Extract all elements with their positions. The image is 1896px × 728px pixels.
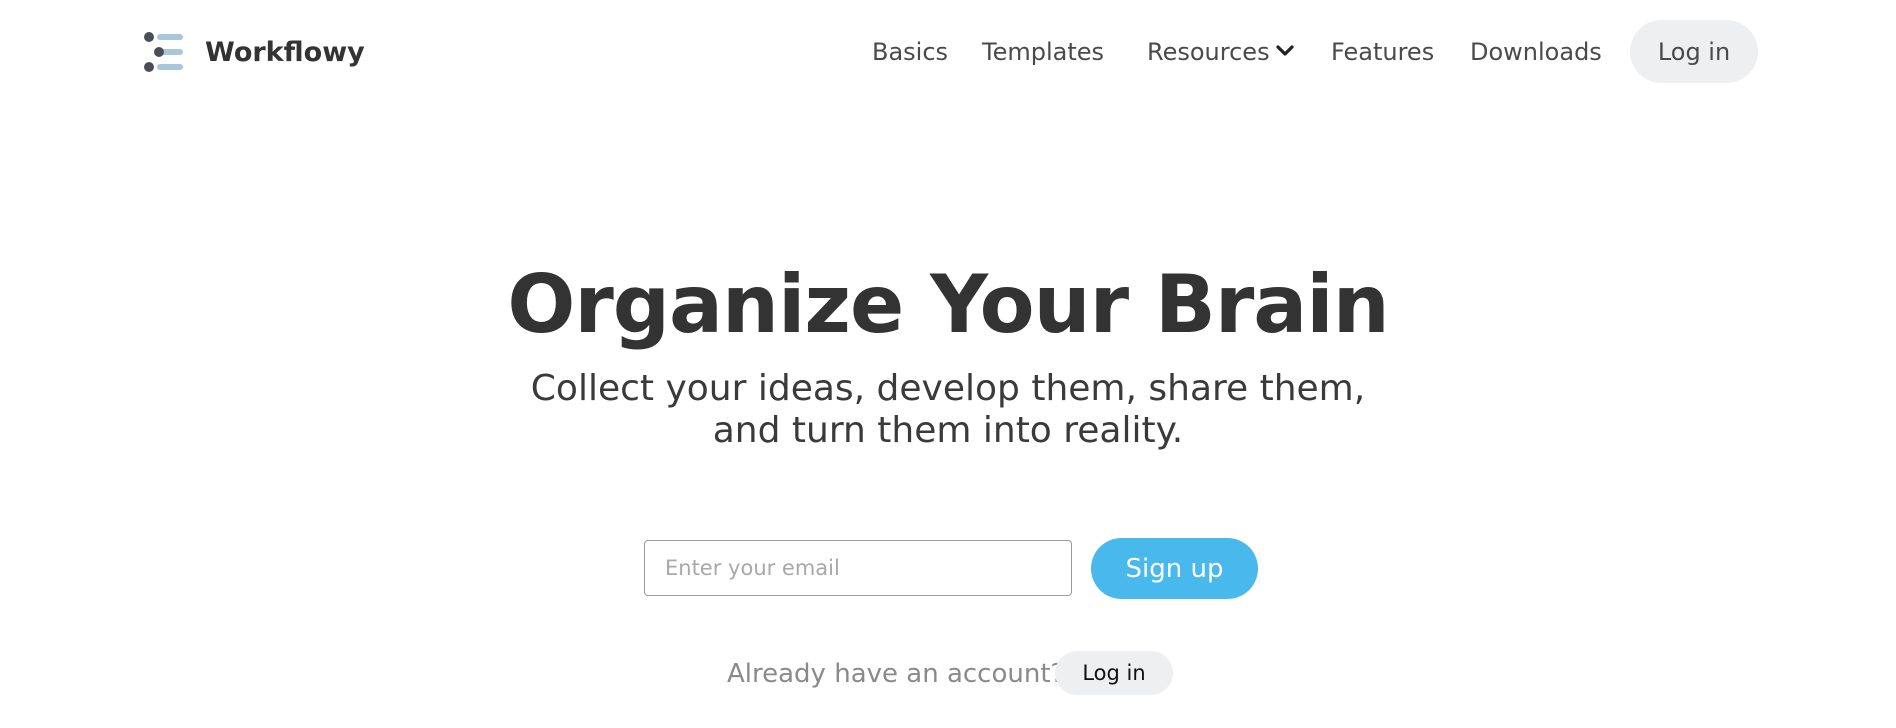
- already-have-account-text: Already have an account?: [727, 659, 1065, 689]
- page: Workflowy Basics Templates Resources Fea…: [0, 0, 1896, 728]
- hero-subtitle-line-1: Collect your ideas, develop them, share …: [530, 368, 1366, 409]
- nav-item-downloads[interactable]: Downloads: [1470, 20, 1602, 84]
- site-header: Workflowy Basics Templates Resources Fea…: [0, 0, 1896, 104]
- header-login-button[interactable]: Log in: [1630, 20, 1758, 83]
- nav-item-basics[interactable]: Basics: [872, 20, 948, 84]
- account-login-button[interactable]: Log in: [1055, 651, 1173, 695]
- hero-title: Organize Your Brain: [507, 258, 1389, 351]
- chevron-down-icon: [1275, 45, 1294, 56]
- nav-item-resources-label: Resources: [1147, 38, 1270, 66]
- nav-item-resources[interactable]: Resources: [1147, 20, 1294, 84]
- signup-button[interactable]: Sign up: [1091, 538, 1258, 599]
- nav-item-templates[interactable]: Templates: [982, 20, 1104, 84]
- main-nav: Basics Templates Resources Features Down…: [0, 20, 1896, 84]
- hero-subtitle-line-2: and turn them into reality.: [712, 410, 1184, 451]
- hero-subtitle: Collect your ideas, develop them, share …: [0, 368, 1896, 452]
- nav-item-features[interactable]: Features: [1331, 20, 1434, 84]
- email-input[interactable]: [644, 540, 1072, 596]
